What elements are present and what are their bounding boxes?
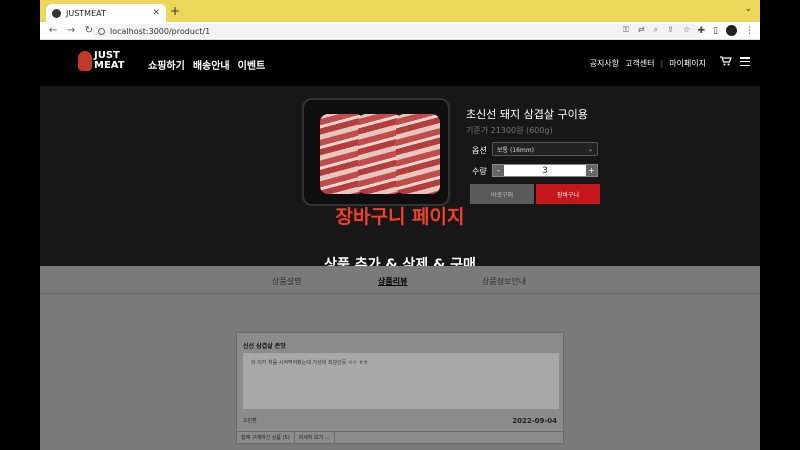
- logo-pig-icon: [78, 51, 92, 71]
- detail-tabs: 상품설명 상품리뷰 상품정보안내: [40, 266, 760, 294]
- tab-description[interactable]: 상품설명: [272, 276, 301, 287]
- review-footer: 함께 구매하신 상품 (5) 자세히 보기 ...: [237, 431, 565, 443]
- site-logo[interactable]: JUST MEAT: [78, 51, 125, 71]
- product-price: 기준가 21300원 (600g): [466, 126, 553, 135]
- product-title: 초신선 돼지 삼겹살 구이용: [466, 108, 588, 121]
- quantity-plus-button[interactable]: +: [586, 165, 597, 176]
- side-panel-icon[interactable]: ▯: [713, 26, 718, 36]
- profile-avatar[interactable]: [726, 25, 737, 36]
- extension-area: ✚ ▯ ⋮: [698, 25, 754, 36]
- browser-window: JUSTMEAT ✕ + ⌄ ← → ↻ localhost:3000/prod…: [40, 0, 760, 450]
- extensions-puzzle-icon[interactable]: ✚: [698, 26, 706, 36]
- caption-title: 장바구니 페이지: [335, 206, 465, 228]
- address-bar-actions: ⚿ ⇄ ⌕ ⇪ ☆: [623, 25, 690, 35]
- review-card: 신선 삼겹살 존맛 와 이거 처음 시켜먹어봤는데 가성비 최강인듯 ㅇㅇ ㅎㅎ…: [236, 332, 565, 444]
- chevron-down-icon: ⌄: [587, 145, 593, 153]
- tab-reviews[interactable]: 상품리뷰: [378, 276, 407, 287]
- nav-delivery[interactable]: 배송안내: [193, 57, 230, 72]
- hamburger-menu-icon[interactable]: [740, 57, 750, 66]
- share-icon[interactable]: ⇪: [667, 25, 674, 35]
- favicon-icon: [52, 8, 61, 18]
- tab-search-icon[interactable]: ⌄: [744, 4, 752, 14]
- review-date: 2022-09-04: [512, 417, 557, 425]
- product-image: [302, 98, 450, 206]
- key-icon[interactable]: ⚿: [623, 25, 629, 35]
- quantity-label: 수량: [472, 167, 487, 176]
- view-more-link[interactable]: 자세히 보기 ...: [295, 432, 335, 443]
- related-products-link[interactable]: 함께 구매하신 상품 (5): [237, 432, 295, 443]
- browser-toolbar: ← → ↻ localhost:3000/product/1 ⚿ ⇄ ⌕ ⇪ ☆…: [40, 22, 760, 40]
- zoom-icon[interactable]: ⌕: [654, 25, 658, 35]
- browser-tab-strip: JUSTMEAT ✕ + ⌄: [40, 0, 760, 22]
- cart-icon[interactable]: [720, 56, 732, 66]
- review-author: 오민환: [243, 418, 257, 424]
- utility-nav: 공지사항 고객센터 | 마이페이지: [590, 58, 706, 69]
- logo-text-line2: MEAT: [94, 60, 125, 71]
- util-support[interactable]: 고객센터: [625, 58, 654, 69]
- browser-tab[interactable]: JUSTMEAT ✕: [46, 4, 166, 22]
- add-to-cart-button[interactable]: 장바구니: [536, 184, 600, 204]
- bookmark-star-icon[interactable]: ☆: [683, 25, 690, 35]
- detail-section: 상품설명 상품리뷰 상품정보안내 신선 삼겹살 존맛 와 이거 처음 시켜먹어봤…: [40, 266, 760, 450]
- close-tab-icon[interactable]: ✕: [152, 8, 160, 18]
- tab-title: JUSTMEAT: [66, 8, 106, 18]
- more-menu-icon[interactable]: ⋮: [745, 26, 754, 36]
- site-info-icon[interactable]: [98, 27, 105, 35]
- util-separator: |: [660, 59, 664, 68]
- option-label: 옵션: [472, 146, 487, 155]
- site-header: JUST MEAT 쇼핑하기 배송안내 이벤트 공지사항 고객센터 | 마이페이…: [40, 40, 760, 86]
- nav-event[interactable]: 이벤트: [238, 57, 266, 72]
- forward-button[interactable]: →: [66, 25, 76, 36]
- translate-icon[interactable]: ⇄: [638, 25, 645, 35]
- back-button[interactable]: ←: [48, 25, 58, 36]
- quantity-input[interactable]: 3: [504, 166, 586, 176]
- quantity-stepper: - 3 +: [492, 164, 598, 177]
- buy-now-button[interactable]: 바로구매: [470, 184, 534, 204]
- option-value: 보통 (16mm): [497, 146, 534, 154]
- main-nav: 쇼핑하기 배송안내 이벤트: [148, 57, 265, 72]
- quantity-minus-button[interactable]: -: [493, 165, 504, 176]
- util-mypage[interactable]: 마이페이지: [669, 58, 706, 69]
- url-text: localhost:3000/product/1: [110, 26, 211, 36]
- review-body: 와 이거 처음 시켜먹어봤는데 가성비 최강인듯 ㅇㅇ ㅎㅎ: [243, 353, 559, 409]
- new-tab-button[interactable]: +: [170, 4, 180, 18]
- tab-product-info[interactable]: 상품정보안내: [482, 276, 526, 287]
- nav-shopping[interactable]: 쇼핑하기: [148, 57, 185, 72]
- option-select[interactable]: 보통 (16mm) ⌄: [492, 142, 598, 156]
- util-notice[interactable]: 공지사항: [590, 58, 619, 69]
- pork-belly-slice: [396, 114, 440, 194]
- address-bar[interactable]: localhost:3000/product/1: [92, 24, 700, 38]
- product-section: 초신선 돼지 삼겹살 구이용 기준가 21300원 (600g) 옵션 보통 (…: [40, 86, 760, 266]
- review-title: 신선 삼겹살 존맛: [243, 343, 286, 350]
